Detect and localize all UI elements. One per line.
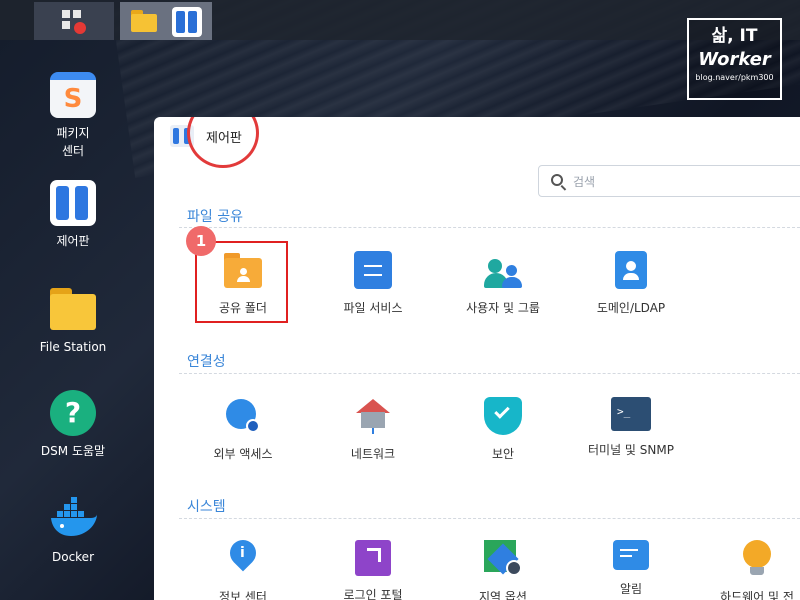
desktop-item-label: DSM 도움말 [40, 444, 106, 458]
watermark-line: 삶, IT [711, 26, 758, 46]
desktop-item-control-panel[interactable]: 제어판 [28, 180, 118, 250]
docker-icon [47, 496, 99, 542]
grid-icon [62, 10, 86, 34]
tile-label: 로그인 포털 [343, 588, 403, 600]
external-access-icon [224, 397, 262, 435]
tile-label: 터미널 및 SNMP [588, 443, 674, 457]
desktop-item-file-station[interactable]: File Station [28, 286, 118, 356]
tile-label: 도메인/LDAP [596, 301, 666, 315]
blog-watermark-logo: 삶, IT Worker blog.naver/pkm300 [687, 18, 782, 100]
tile-label: 파일 서비스 [343, 301, 403, 315]
section-title-file-sharing: 파일 공유 [187, 209, 243, 225]
terminal-icon: >_ [611, 397, 651, 431]
notification-icon [613, 540, 649, 570]
network-icon [354, 397, 392, 435]
taskbar-control-panel-icon[interactable] [172, 7, 202, 37]
watermark-line: Worker [698, 49, 771, 70]
tile-login-portal[interactable]: 로그인 포털 [318, 540, 428, 600]
login-portal-icon [355, 540, 391, 576]
domain-ldap-icon [615, 251, 647, 289]
tile-label: 외부 액세스 [213, 447, 273, 461]
tile-external-access[interactable]: 외부 액세스 [188, 397, 298, 462]
tile-regional-options[interactable]: 지역 옵션 [448, 540, 558, 600]
tile-label: 네트워크 [350, 447, 396, 461]
taskbar-file-station-folder-icon[interactable] [131, 10, 157, 32]
search-placeholder: 검색 [573, 175, 596, 189]
tile-notification[interactable]: 알림 [576, 540, 686, 597]
desktop-item-label: 패키지 [56, 126, 90, 140]
hardware-power-icon [738, 540, 776, 578]
desktop-item-label: Docker [51, 550, 95, 564]
file-services-icon [354, 251, 392, 289]
search-icon [551, 174, 563, 186]
section-divider [179, 373, 800, 374]
section-title-system: 시스템 [187, 499, 226, 515]
desktop-item-label: 제어판 [56, 234, 90, 248]
desktop-item-label: File Station [39, 340, 107, 354]
package-center-icon: S [50, 72, 96, 118]
tile-label: 알림 [619, 582, 643, 596]
section-title-connectivity: 연결성 [187, 354, 226, 370]
folder-icon [50, 286, 96, 332]
section-divider [179, 227, 800, 228]
tile-label: 사용자 및 그룹 [466, 301, 540, 315]
regional-options-icon [484, 540, 522, 578]
tile-security[interactable]: 보안 [448, 397, 558, 462]
control-panel-icon [50, 180, 96, 226]
annotation-number-badge: 1 [186, 226, 216, 256]
watermark-line: blog.naver/pkm300 [695, 73, 774, 82]
tile-terminal-snmp[interactable]: >_ 터미널 및 SNMP [576, 397, 686, 458]
desktop-item-label: 센터 [61, 144, 85, 158]
search-input[interactable]: 검색 [538, 165, 800, 197]
help-icon: ? [50, 390, 96, 436]
control-panel-window: 제어판 검색 파일 공유 공유 폴더 파일 서비스 사용자 및 그룹 도메인/L… [154, 117, 800, 600]
tile-label: 지역 옵션 [479, 590, 527, 600]
taskbar [0, 0, 800, 40]
users-group-icon [484, 251, 522, 289]
info-center-icon: i [224, 534, 262, 578]
desktop-item-package-center[interactable]: S 패키지 센터 [28, 72, 118, 160]
tile-file-services[interactable]: 파일 서비스 [318, 251, 428, 316]
tile-users-groups[interactable]: 사용자 및 그룹 [448, 251, 558, 316]
tile-label: 하드웨어 및 전 [720, 590, 794, 600]
tile-info-center[interactable]: i 정보 센터 [188, 534, 298, 600]
annotation-circle [187, 117, 259, 168]
tile-network[interactable]: 네트워크 [318, 397, 428, 462]
desktop-item-dsm-help[interactable]: ? DSM 도움말 [28, 390, 118, 460]
security-shield-icon [484, 397, 522, 435]
section-divider [179, 518, 800, 519]
tile-domain-ldap[interactable]: 도메인/LDAP [576, 251, 686, 316]
tile-label: 정보 센터 [219, 590, 267, 600]
tile-hardware-power[interactable]: 하드웨어 및 전 [702, 540, 800, 600]
tile-label: 보안 [491, 447, 515, 461]
desktop-item-docker[interactable]: Docker [28, 496, 118, 566]
